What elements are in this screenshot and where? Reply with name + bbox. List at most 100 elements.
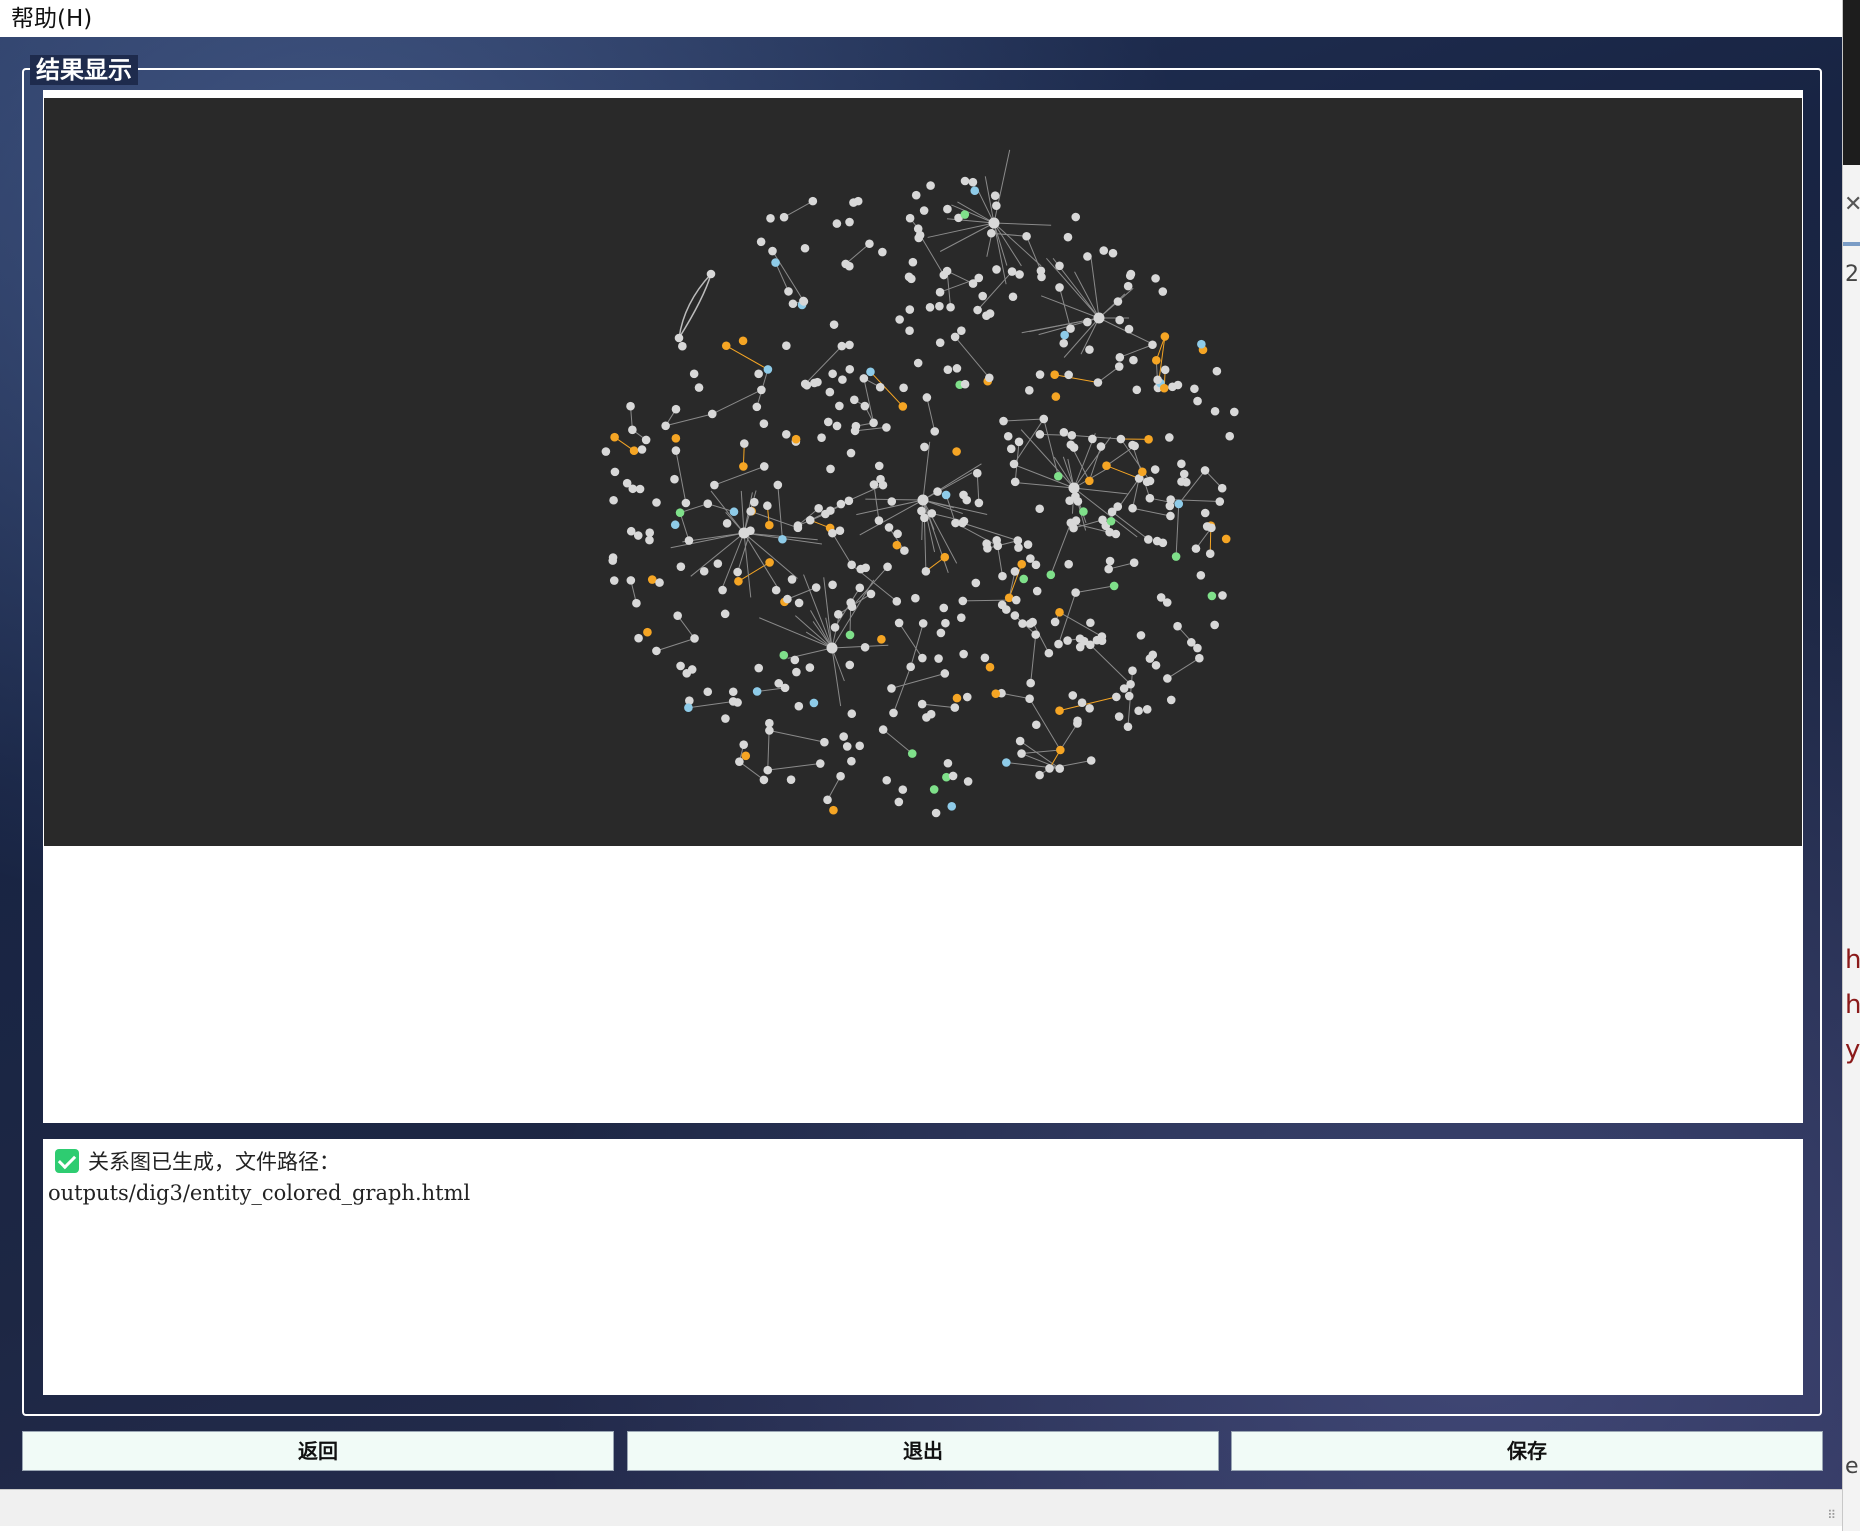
graph-node[interactable] [1045, 764, 1054, 773]
graph-node[interactable] [1115, 315, 1124, 325]
graph-node[interactable] [844, 496, 854, 506]
graph-node[interactable] [830, 623, 840, 632]
graph-node[interactable] [950, 703, 960, 712]
graph-node[interactable] [733, 567, 742, 577]
graph-node[interactable] [1177, 459, 1186, 469]
graph-node[interactable] [1114, 712, 1124, 721]
graph-node[interactable] [637, 445, 647, 454]
graph-node[interactable] [1002, 605, 1011, 614]
graph-node[interactable] [1142, 705, 1152, 714]
graph-node[interactable] [931, 808, 941, 818]
graph-node[interactable] [884, 523, 894, 532]
graph-node[interactable] [974, 273, 984, 283]
graph-node[interactable] [943, 204, 952, 214]
graph-node[interactable] [778, 534, 787, 544]
graph-node[interactable] [673, 611, 682, 620]
graph-node[interactable] [1109, 581, 1119, 591]
graph-node[interactable] [674, 333, 684, 343]
graph-node[interactable] [1059, 338, 1069, 348]
graph-node[interactable] [876, 474, 885, 484]
graph-node[interactable] [913, 358, 923, 368]
graph-node[interactable] [1068, 691, 1078, 700]
graph-node[interactable] [958, 596, 968, 606]
graph-node[interactable] [832, 421, 842, 431]
graph-node[interactable] [1050, 617, 1060, 627]
graph-node[interactable] [855, 583, 865, 593]
graph-node[interactable] [842, 742, 852, 751]
graph-node[interactable] [866, 589, 876, 599]
graph-node[interactable] [934, 654, 943, 663]
graph-node[interactable] [970, 186, 980, 195]
graph-hub-node[interactable] [826, 642, 838, 654]
graph-node[interactable] [1064, 559, 1073, 569]
graph-node[interactable] [1159, 383, 1169, 393]
graph-node[interactable] [1221, 534, 1231, 544]
graph-node[interactable] [846, 448, 856, 458]
graph-node[interactable] [703, 687, 713, 697]
graph-node[interactable] [1055, 283, 1064, 292]
graph-node[interactable] [1230, 407, 1239, 417]
graph-node[interactable] [1093, 378, 1103, 387]
graph-node[interactable] [1083, 252, 1092, 261]
graph-node[interactable] [1071, 492, 1080, 501]
graph-node[interactable] [655, 578, 664, 587]
graph-node[interactable] [958, 518, 967, 528]
graph-node[interactable] [1182, 477, 1191, 487]
graph-node[interactable] [628, 425, 637, 435]
graph-node[interactable] [972, 468, 982, 478]
graph-node[interactable] [687, 665, 697, 674]
graph-node[interactable] [998, 571, 1007, 581]
graph-node[interactable] [670, 474, 679, 484]
graph-node[interactable] [759, 462, 769, 471]
graph-node[interactable] [1006, 444, 1016, 454]
graph-node[interactable] [1079, 636, 1089, 646]
graph-node[interactable] [1168, 382, 1177, 392]
graph-node[interactable] [992, 265, 1001, 274]
graph-node[interactable] [978, 291, 987, 301]
graph-node[interactable] [707, 409, 717, 419]
graph-node[interactable] [930, 427, 940, 436]
graph-node[interactable] [681, 498, 691, 508]
graph-node[interactable] [918, 619, 928, 628]
graph-node[interactable] [837, 341, 847, 351]
graph-node[interactable] [948, 771, 958, 781]
graph-node[interactable] [1115, 353, 1125, 362]
graph-node[interactable] [689, 369, 699, 379]
graph-node[interactable] [1132, 385, 1142, 395]
graph-node[interactable] [1173, 621, 1182, 631]
graph-node[interactable] [845, 660, 855, 670]
graph-node[interactable] [845, 217, 854, 227]
graph-node[interactable] [794, 701, 804, 711]
graph-node[interactable] [1071, 212, 1081, 222]
graph-node[interactable] [985, 309, 995, 318]
graph-node[interactable] [1158, 287, 1168, 296]
graph-node[interactable] [882, 423, 891, 432]
graph-node[interactable] [860, 401, 870, 411]
graph-node[interactable] [992, 201, 1001, 211]
graph-node[interactable] [1160, 365, 1170, 375]
graph-node[interactable] [1123, 281, 1133, 291]
graph-node[interactable] [1077, 698, 1087, 708]
graph-node[interactable] [1218, 591, 1227, 600]
save-button[interactable]: 保存 [1231, 1431, 1823, 1471]
graph-node[interactable] [765, 726, 774, 735]
graph-node[interactable] [1102, 461, 1111, 471]
graph-node[interactable] [919, 206, 929, 215]
graph-node[interactable] [952, 364, 962, 373]
graph-node[interactable] [841, 259, 850, 269]
graph-node[interactable] [759, 419, 769, 429]
graph-node[interactable] [1063, 232, 1073, 242]
graph-hub-node[interactable] [738, 527, 750, 539]
graph-node[interactable] [757, 385, 766, 395]
graph-node[interactable] [939, 270, 949, 280]
graph-node[interactable] [920, 442, 929, 452]
graph-node[interactable] [1060, 330, 1069, 340]
graph-node[interactable] [887, 497, 897, 506]
graph-node[interactable] [1026, 554, 1035, 563]
graph-node[interactable] [1035, 504, 1044, 514]
graph-node[interactable] [917, 506, 926, 516]
graph-node[interactable] [860, 642, 870, 652]
graph-node[interactable] [1207, 523, 1216, 533]
graph-node[interactable] [763, 765, 773, 775]
graph-node[interactable] [765, 520, 774, 530]
